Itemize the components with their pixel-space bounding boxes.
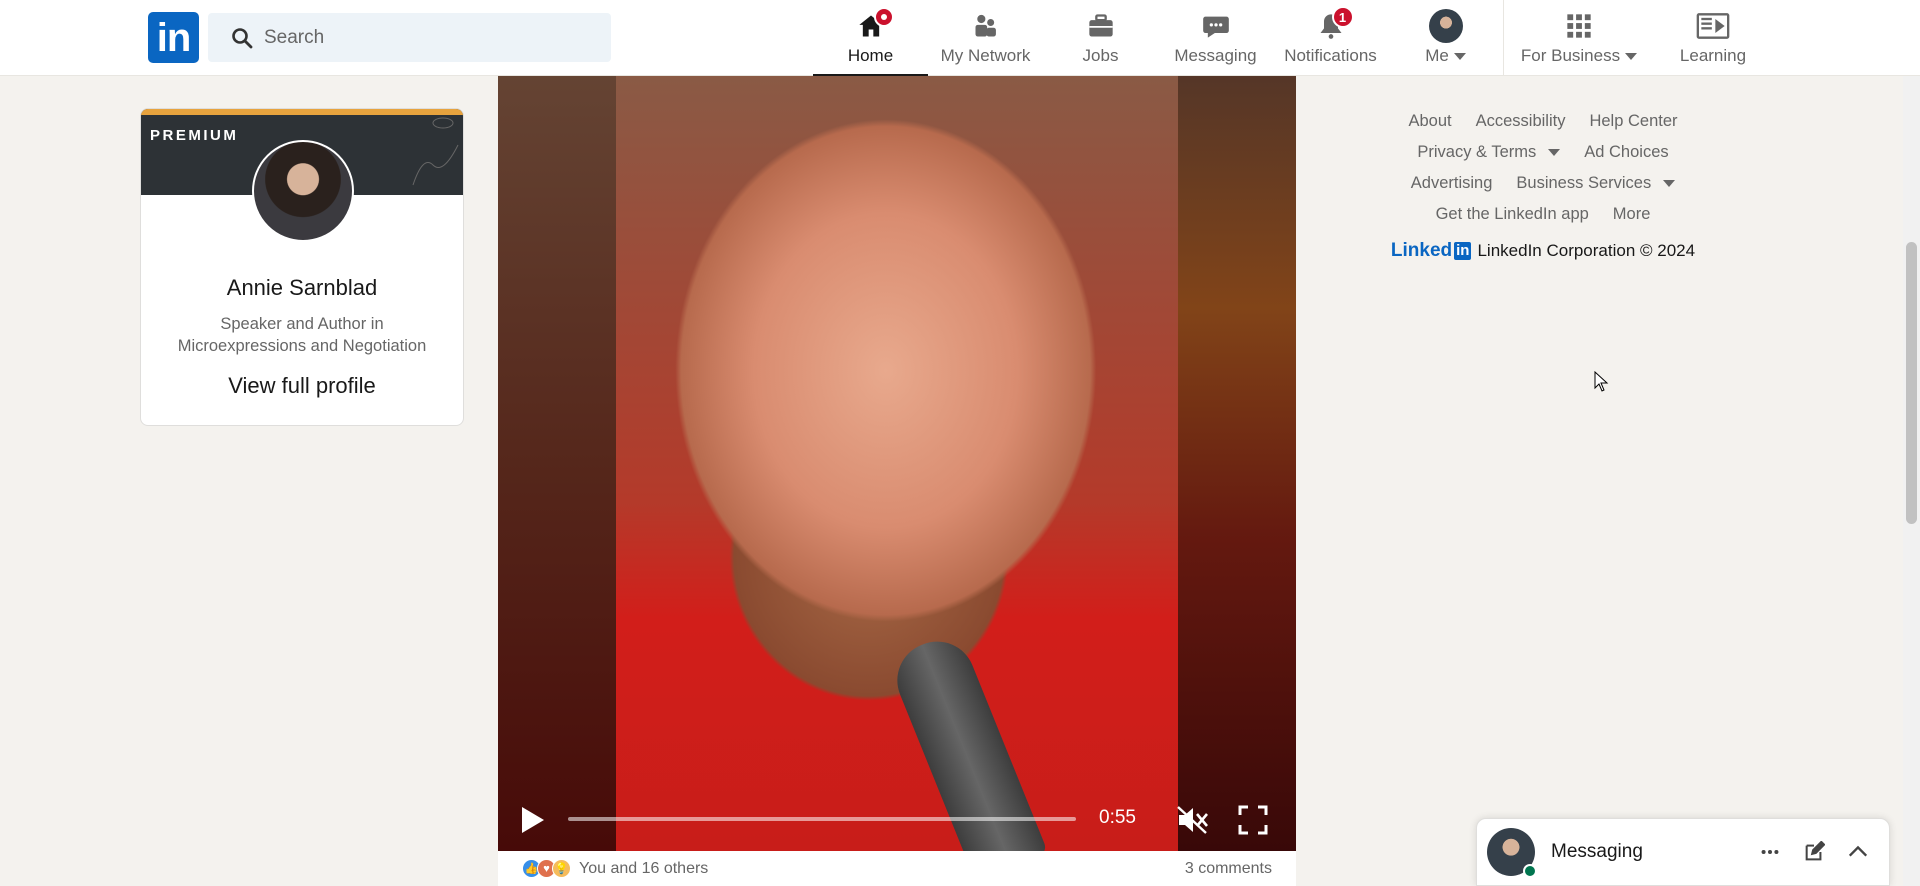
top-navigation: in Home My Network Jobs Messaging 1: [0, 0, 1920, 76]
footer-row: About Accessibility Help Center: [1378, 112, 1708, 131]
profile-avatar[interactable]: [252, 140, 354, 242]
messaging-actions: [1759, 841, 1869, 863]
online-status-dot: [1523, 864, 1537, 878]
footer-row: Privacy & Terms Ad Choices: [1378, 143, 1708, 162]
nav-learning[interactable]: Learning: [1654, 0, 1772, 76]
video-player[interactable]: 0:55: [498, 76, 1296, 851]
nav-jobs-label: Jobs: [1082, 46, 1119, 65]
nav-messaging-label: Messaging: [1174, 46, 1257, 65]
caret-down-icon: [1625, 53, 1638, 61]
likes-count[interactable]: You and 16 others: [579, 860, 708, 878]
video-progress-bar[interactable]: [568, 817, 1076, 821]
footer-link-help-center[interactable]: Help Center: [1589, 112, 1677, 131]
messaging-avatar: [1487, 828, 1537, 878]
linkedin-logo[interactable]: in: [148, 12, 199, 63]
chat-icon: [1199, 10, 1233, 42]
footer-links: About Accessibility Help Center Privacy …: [1378, 112, 1708, 262]
bell-icon: 1: [1314, 6, 1354, 42]
messaging-title[interactable]: Messaging: [1551, 841, 1643, 863]
nav-jobs[interactable]: Jobs: [1043, 0, 1158, 76]
profile-headline: Speaker and Author in Microexpressions a…: [177, 315, 427, 355]
fullscreen-icon[interactable]: [1238, 805, 1268, 835]
briefcase-icon: [1084, 10, 1118, 42]
footer-link-more[interactable]: More: [1613, 205, 1651, 224]
footer-link-accessibility[interactable]: Accessibility: [1476, 112, 1566, 131]
nav-home[interactable]: Home: [813, 0, 928, 76]
footer-link-privacy-terms-label: Privacy & Terms: [1417, 143, 1537, 161]
footer-link-advertising[interactable]: Advertising: [1411, 174, 1493, 193]
nav-for-business[interactable]: For Business: [1504, 0, 1654, 76]
view-full-profile-link[interactable]: View full profile: [141, 373, 463, 399]
footer-link-ad-choices[interactable]: Ad Choices: [1584, 143, 1668, 162]
people-icon: [969, 10, 1003, 42]
search-icon: [232, 27, 253, 48]
comments-count[interactable]: 3 comments: [1185, 860, 1272, 878]
nav-my-network-label: My Network: [940, 46, 1031, 65]
footer-copyright: Linked in LinkedIn Corporation © 2024: [1378, 240, 1708, 262]
nav-learning-label: Learning: [1679, 46, 1747, 65]
nav-me-label: Me: [1425, 46, 1449, 65]
linkedin-wordmark-in: in: [1454, 242, 1472, 260]
muted-speaker-icon[interactable]: [1176, 805, 1210, 835]
footer-row: Get the LinkedIn app More: [1378, 205, 1708, 224]
home-icon: [854, 7, 894, 42]
premium-label: PREMIUM: [150, 127, 239, 144]
play-icon[interactable]: [522, 807, 544, 833]
caret-down-icon: [1663, 180, 1676, 188]
footer-link-business-services[interactable]: Business Services: [1516, 174, 1676, 193]
profile-card: PREMIUM Annie Sarnblad Speaker and Autho…: [140, 108, 464, 426]
linkedin-wordmark-text: Linked: [1390, 240, 1453, 261]
footer-row: Advertising Business Services: [1378, 174, 1708, 193]
search-box[interactable]: [208, 13, 611, 62]
nav-messaging[interactable]: Messaging: [1158, 0, 1273, 76]
banner-decoration: [412, 117, 459, 186]
mouse-cursor-icon: [1594, 371, 1609, 392]
copyright-text: LinkedIn Corporation © 2024: [1477, 241, 1696, 260]
grid-icon: [1562, 10, 1596, 42]
linkedin-wordmark: Linked in: [1391, 240, 1472, 262]
insightful-reaction-icon: 💡: [552, 859, 571, 878]
footer-link-business-services-label: Business Services: [1516, 174, 1652, 192]
nav-my-network[interactable]: My Network: [928, 0, 1043, 76]
nav-home-label: Home: [847, 46, 894, 65]
learning-icon: [1696, 10, 1730, 42]
search-input[interactable]: [264, 26, 604, 49]
more-options-icon[interactable]: [1759, 841, 1781, 863]
chevron-up-icon[interactable]: [1847, 841, 1869, 863]
footer-link-about[interactable]: About: [1408, 112, 1451, 131]
footer-link-get-app[interactable]: Get the LinkedIn app: [1436, 205, 1589, 224]
social-counts: 👍 ♥ 💡 You and 16 others 3 comments: [498, 851, 1296, 886]
footer-link-privacy-terms[interactable]: Privacy & Terms: [1417, 143, 1561, 162]
home-notification-dot: [873, 7, 894, 27]
scrollbar-thumb[interactable]: [1906, 242, 1917, 524]
video-blur-right: [1178, 76, 1296, 851]
video-post: 0:55 👍 ♥ 💡 You and 16 others 3 comments: [498, 76, 1296, 886]
reaction-icons[interactable]: 👍 ♥ 💡: [522, 859, 571, 878]
profile-name[interactable]: Annie Sarnblad: [141, 275, 463, 301]
notifications-badge: 1: [1331, 6, 1354, 28]
me-avatar: [1428, 9, 1463, 43]
nav-for-business-label: For Business: [1520, 46, 1621, 65]
video-frame: [616, 76, 1178, 851]
compose-icon[interactable]: [1803, 841, 1825, 863]
page-scrollbar[interactable]: [1903, 76, 1920, 886]
nav-notifications-label: Notifications: [1284, 46, 1377, 65]
video-blur-left: [498, 76, 616, 851]
nav-me[interactable]: Me: [1388, 0, 1503, 76]
messaging-overlay[interactable]: Messaging: [1476, 818, 1890, 886]
caret-down-icon: [1548, 149, 1561, 157]
caret-down-icon: [1453, 53, 1466, 61]
video-time: 0:55: [1099, 807, 1136, 828]
nav-notifications[interactable]: 1 Notifications: [1273, 0, 1388, 76]
video-controls: 0:55: [498, 787, 1296, 851]
